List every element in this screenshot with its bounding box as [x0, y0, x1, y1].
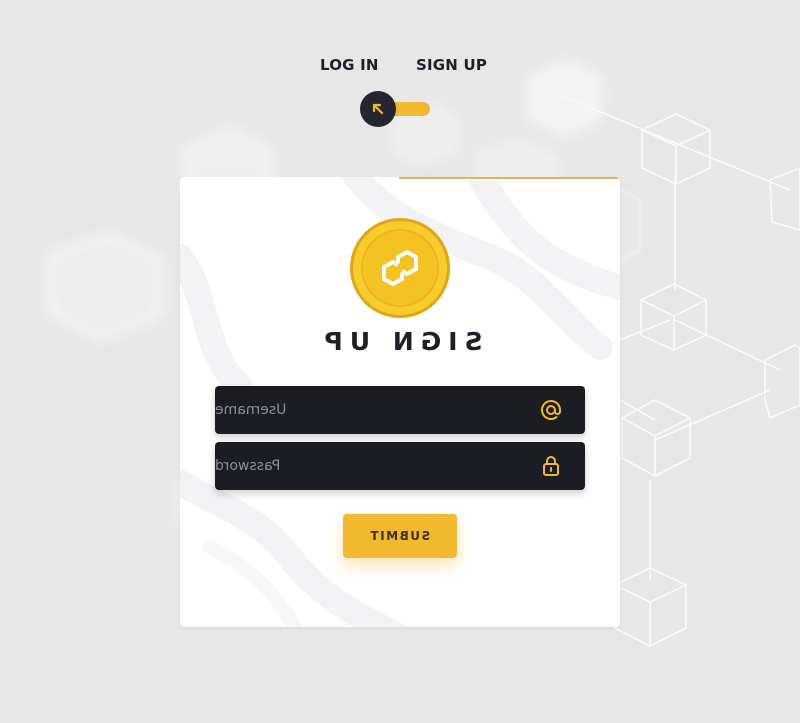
- password-placeholder: Password: [215, 458, 281, 474]
- card-accent-line: [399, 177, 620, 179]
- signup-card: SIGN UP Username Password SUBMIT: [180, 177, 620, 627]
- at-sign-icon: [541, 399, 561, 420]
- submit-button-label: SUBMIT: [369, 529, 431, 543]
- mode-toggle-knob[interactable]: [360, 91, 396, 127]
- username-placeholder: Username: [215, 402, 287, 418]
- tab-sign-up[interactable]: SIGN UP: [416, 56, 487, 74]
- arrow-up-left-icon: [372, 103, 384, 115]
- auth-tabs: LOG IN SIGN UP: [0, 0, 800, 140]
- lock-icon: [543, 456, 559, 476]
- password-field[interactable]: Password: [215, 442, 585, 490]
- username-field[interactable]: Username: [215, 386, 585, 434]
- tab-log-in[interactable]: LOG IN: [320, 56, 379, 74]
- submit-button[interactable]: SUBMIT: [343, 514, 457, 558]
- card-title: SIGN UP: [317, 327, 483, 356]
- polygon-coin-icon: [350, 218, 450, 318]
